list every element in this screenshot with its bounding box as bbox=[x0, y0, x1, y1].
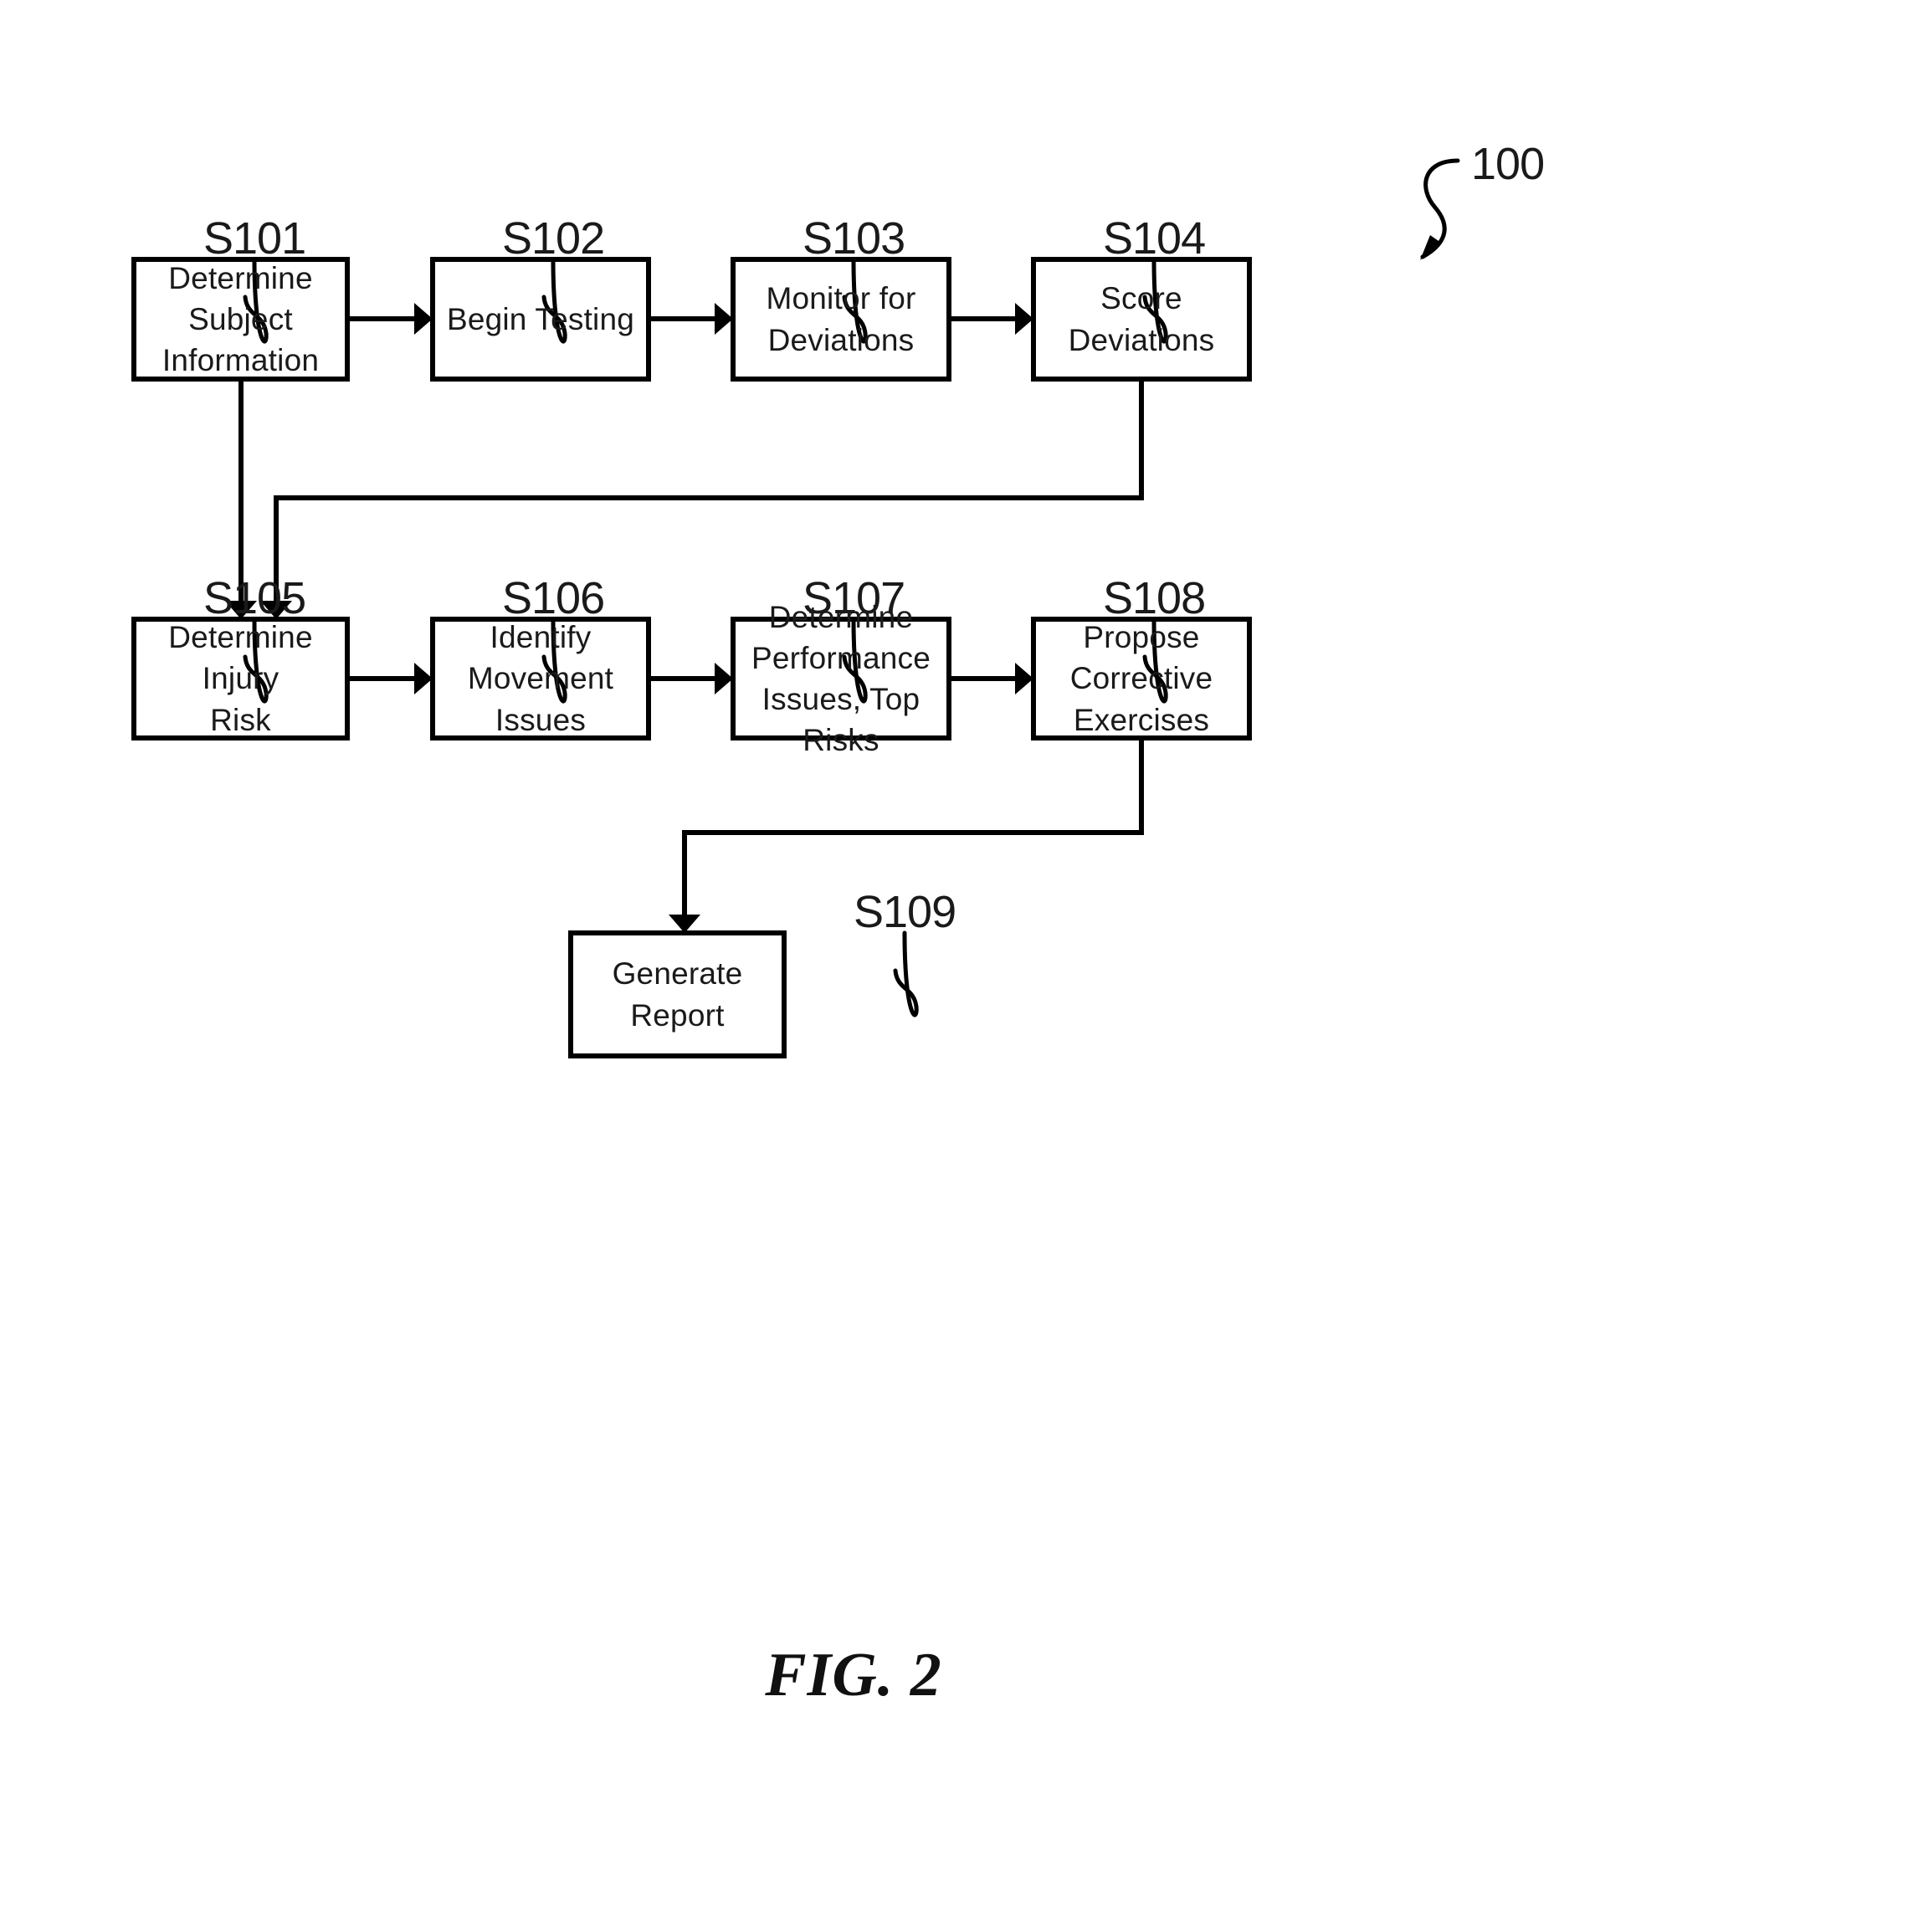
step-label-s109: Generate Report bbox=[612, 956, 743, 1033]
arrowhead-s103-s104 bbox=[1015, 303, 1033, 335]
arrowhead-s102-s103 bbox=[715, 303, 733, 335]
figure-caption: FIG. 2 bbox=[765, 1641, 942, 1709]
step-label-s102: Begin Testing bbox=[446, 301, 635, 336]
step-label-s107: Determine Performance Issues, Top Risks bbox=[751, 599, 931, 758]
step-label-s108: Propose Corrective Exercises bbox=[1069, 620, 1213, 737]
leader-line-s109 bbox=[893, 930, 919, 1017]
step-label-s104: Score Deviations bbox=[1068, 281, 1215, 357]
arrowhead-s101-s102 bbox=[414, 303, 433, 335]
arrowhead-s108-s109 bbox=[669, 915, 700, 933]
step-tag-s109: S109 bbox=[854, 887, 956, 937]
reference-numeral-100: 100 bbox=[1471, 139, 1545, 189]
step-tag-s103: S103 bbox=[803, 213, 905, 264]
step-tag-s104: S104 bbox=[1103, 213, 1206, 264]
connector-s104-s105 bbox=[274, 379, 1144, 601]
figure-page: S101 S102 S103 S104 S105 S106 S107 S108 … bbox=[0, 0, 1923, 1932]
step-tag-s101: S101 bbox=[203, 213, 306, 264]
step-label-s105: Determine Injury Risk bbox=[168, 620, 313, 737]
step-tag-s102: S102 bbox=[502, 213, 605, 264]
step-label-s101: Determine Subject Information bbox=[162, 260, 320, 378]
step-label-s106: Identify Movement Issues bbox=[467, 620, 614, 737]
arrowhead-s107-s108 bbox=[1015, 663, 1033, 694]
step-label-s103: Monitor for Deviations bbox=[766, 281, 916, 357]
arrowhead-s105-s106 bbox=[414, 663, 433, 694]
arrowhead-s106-s107 bbox=[715, 663, 733, 694]
